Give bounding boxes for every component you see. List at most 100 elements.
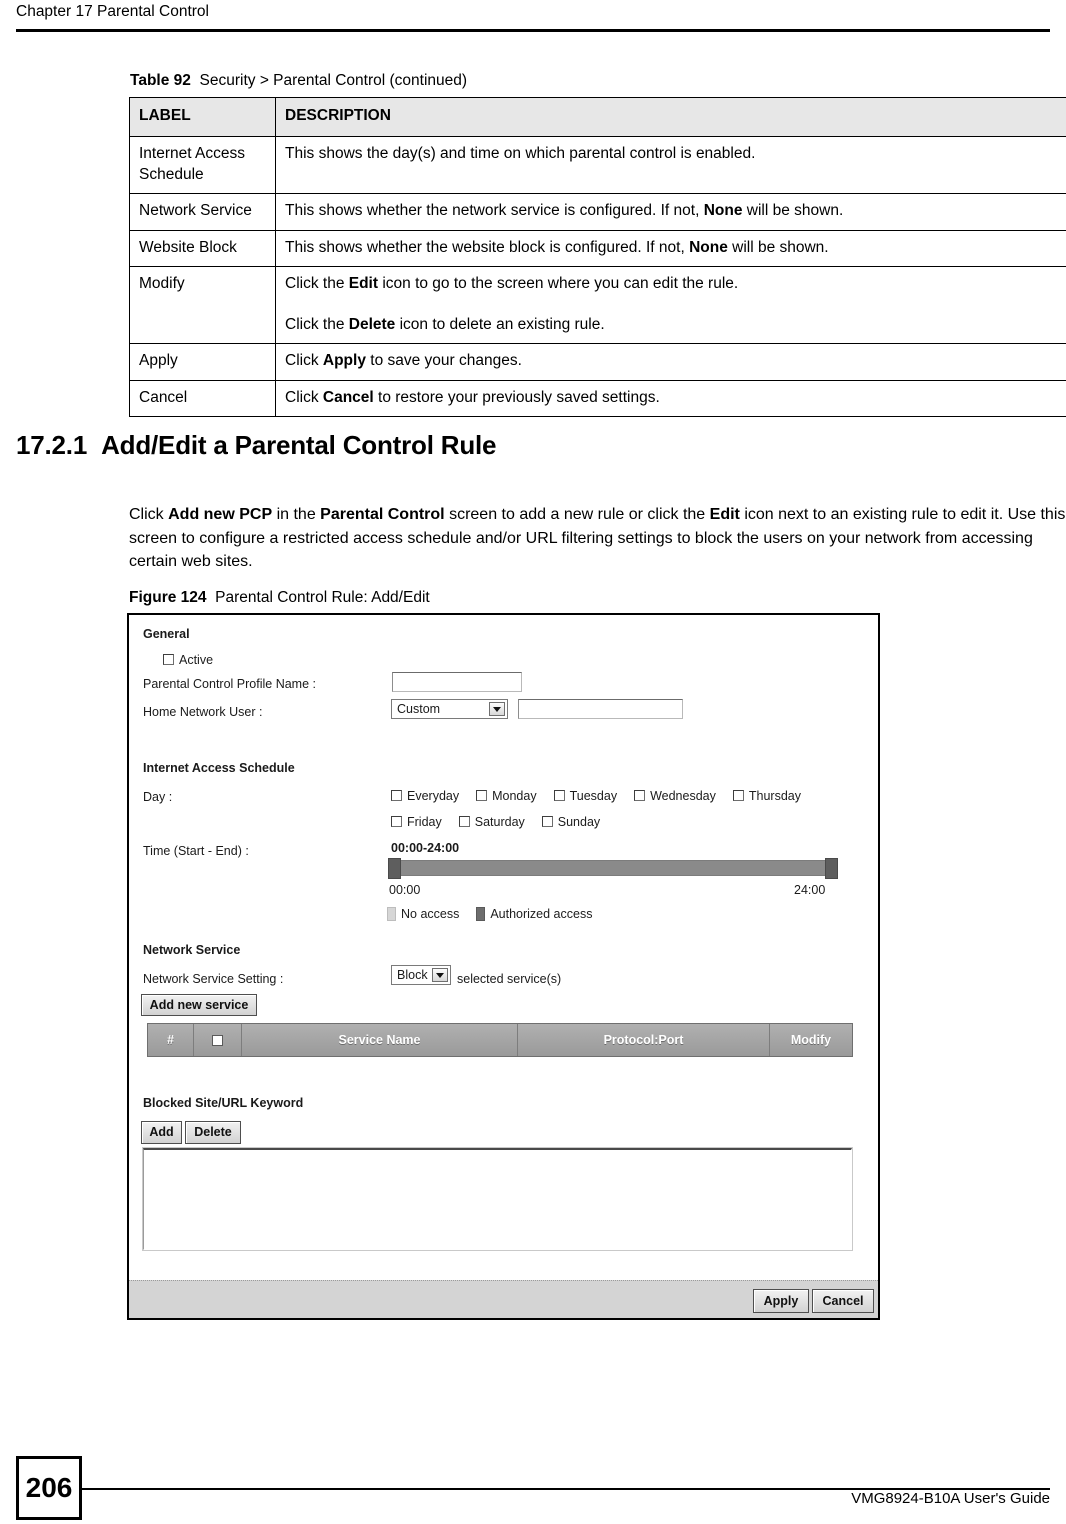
column-header-description: DESCRIPTION (275, 96, 1066, 138)
blocked-site-section-title: Blocked Site/URL Keyword (143, 1096, 304, 1110)
slider-legend: No access Authorized access (387, 907, 592, 921)
page-title: 17.2.1 Add/Edit a Parental Control Rule (16, 430, 496, 461)
table-row: Internet Access Schedule This shows the d… (129, 136, 1066, 195)
profile-name-label: Parental Control Profile Name : (143, 677, 316, 691)
day-checkbox[interactable] (476, 790, 488, 801)
active-checkbox-label: Active (179, 653, 214, 667)
slider-axis-end-label: 24:00 (794, 883, 826, 897)
time-range-slider-handle-start[interactable] (388, 858, 401, 879)
day-checkbox[interactable] (541, 816, 553, 827)
table-row: Modify Click the Edit icon to go to the s… (129, 266, 1066, 345)
active-checkbox-row[interactable]: Active (163, 653, 213, 667)
select-all-services-checkbox[interactable] (212, 1034, 223, 1046)
day-checkbox-label: Everyday (407, 789, 460, 803)
table-caption: Table 92 Security > Parental Control (co… (130, 72, 467, 90)
table-cell-label: Apply (129, 343, 276, 381)
table-header-row: LABEL DESCRIPTION (129, 96, 1066, 138)
table-caption-text: Security > Parental Control (continued) (199, 72, 468, 89)
day-checkbox-item[interactable]: Friday (391, 815, 442, 829)
legend-no-access-label: No access (401, 907, 460, 921)
day-checkbox-label: Sunday (557, 815, 601, 829)
table-cell-label: Network Service (129, 193, 276, 231)
table-row: Apply Click Apply to save your changes. (129, 343, 1066, 381)
profile-name-input[interactable] (392, 672, 522, 692)
day-checkbox[interactable] (732, 790, 744, 801)
table-cell-description: This shows the day(s) and time on which … (275, 136, 1066, 195)
service-table-col-select[interactable] (194, 1024, 242, 1056)
table-cell-description: Click Cancel to restore your previously … (275, 379, 1066, 418)
figure-parental-control-rule-screenshot: General Active Parental Control Profile … (127, 613, 880, 1320)
day-checkbox-item[interactable]: Monday (476, 789, 537, 803)
service-table-col-index: # (148, 1024, 194, 1056)
service-table-col-service-name: Service Name (242, 1024, 518, 1056)
table-cell-label: Website Block (129, 229, 276, 268)
home-network-user-label: Home Network User : (143, 705, 263, 719)
section-number: 17.2.1 (16, 430, 88, 460)
day-checkbox-item[interactable]: Everyday (391, 789, 459, 803)
table-cell-description: Click the Edit icon to go to the screen … (275, 266, 1066, 345)
day-checkbox-item[interactable]: Saturday (458, 815, 525, 829)
network-service-section-title: Network Service (143, 943, 241, 957)
day-checkbox-label: Monday (492, 789, 537, 803)
figure-caption: Figure 124 Parental Control Rule: Add/Ed… (129, 589, 430, 607)
chapter-label: Chapter 17 Parental Control (16, 3, 210, 20)
day-checkbox-label: Tuesday (569, 789, 618, 803)
day-checkbox[interactable] (553, 790, 565, 801)
day-checkbox-label: Friday (407, 815, 442, 829)
time-range-value: 00:00-24:00 (391, 841, 460, 855)
cancel-button[interactable]: Cancel (812, 1289, 874, 1313)
schedule-section-title: Internet Access Schedule (143, 761, 295, 775)
chevron-down-icon[interactable] (489, 702, 505, 716)
day-checkbox-item[interactable]: Tuesday (553, 789, 618, 803)
column-header-label: LABEL (129, 96, 276, 138)
parental-control-description-table: LABEL DESCRIPTION Internet Access Schedu… (129, 96, 1066, 418)
section-title: Add/Edit a Parental Control Rule (101, 430, 497, 460)
router-config-pane: General Active Parental Control Profile … (129, 615, 878, 1318)
legend-authorized-label: Authorized access (490, 907, 593, 921)
day-checkbox-row-1[interactable]: Everyday Monday Tuesday Wednesday Thursday (391, 789, 818, 803)
figure-caption-text: Parental Control Rule: Add/Edit (215, 589, 430, 606)
table-body: Internet Access Schedule This shows the d… (129, 136, 1066, 418)
day-label: Day : (143, 790, 173, 804)
no-access-swatch-icon (387, 907, 396, 921)
day-checkbox[interactable] (634, 790, 646, 801)
day-checkbox[interactable] (391, 816, 402, 827)
table-cell-description: This shows whether the network service i… (275, 193, 1066, 231)
time-range-slider-handle-end[interactable] (825, 858, 838, 879)
day-checkbox-item[interactable]: Wednesday (634, 789, 716, 803)
table-row: Cancel Click Cancel to restore your previ… (129, 379, 1066, 418)
chevron-down-icon[interactable] (432, 968, 448, 982)
table-cell-label: Modify (129, 266, 276, 345)
blocked-keyword-textarea[interactable] (142, 1147, 853, 1251)
authorized-access-swatch-icon (476, 907, 486, 921)
service-table-col-modify: Modify (790, 1033, 832, 1047)
service-table-header: # Service Name Protocol:Port Modify (147, 1023, 853, 1057)
network-service-setting-label: Network Service Setting : (143, 972, 284, 986)
day-checkbox[interactable] (458, 816, 470, 827)
footer-guide-title: VMG8924-B10A User's Guide (851, 1490, 1050, 1507)
day-checkbox[interactable] (391, 790, 402, 801)
network-service-setting-suffix: selected service(s) (457, 972, 562, 986)
network-service-setting-value: Block (397, 968, 428, 982)
day-checkbox-label: Saturday (474, 815, 525, 829)
table-cell-label: Internet Access Schedule (129, 136, 276, 195)
apply-button[interactable]: Apply (753, 1289, 809, 1313)
day-checkbox-item[interactable]: Thursday (732, 789, 801, 803)
table-cell-description: This shows whether the website block is … (275, 229, 1066, 268)
day-checkbox-label: Thursday (748, 789, 801, 803)
day-checkbox-label: Wednesday (650, 789, 716, 803)
active-checkbox[interactable] (163, 654, 174, 665)
general-section-title: General (143, 627, 190, 641)
day-checkbox-item[interactable]: Sunday (541, 815, 601, 829)
home-network-user-select[interactable]: Custom (391, 699, 508, 719)
header-divider (16, 29, 1050, 32)
slider-axis-start-label: 00:00 (389, 883, 421, 897)
time-label: Time (Start - End) : (143, 844, 249, 858)
network-service-setting-select[interactable]: Block (391, 965, 451, 985)
delete-keyword-button[interactable]: Delete (185, 1121, 241, 1144)
time-range-slider-track[interactable] (388, 860, 838, 876)
home-network-user-custom-input[interactable] (518, 699, 683, 719)
add-keyword-button[interactable]: Add (141, 1121, 182, 1144)
add-new-service-button[interactable]: Add new service (141, 994, 257, 1016)
day-checkbox-row-2[interactable]: Friday Saturday Sunday (391, 815, 617, 829)
